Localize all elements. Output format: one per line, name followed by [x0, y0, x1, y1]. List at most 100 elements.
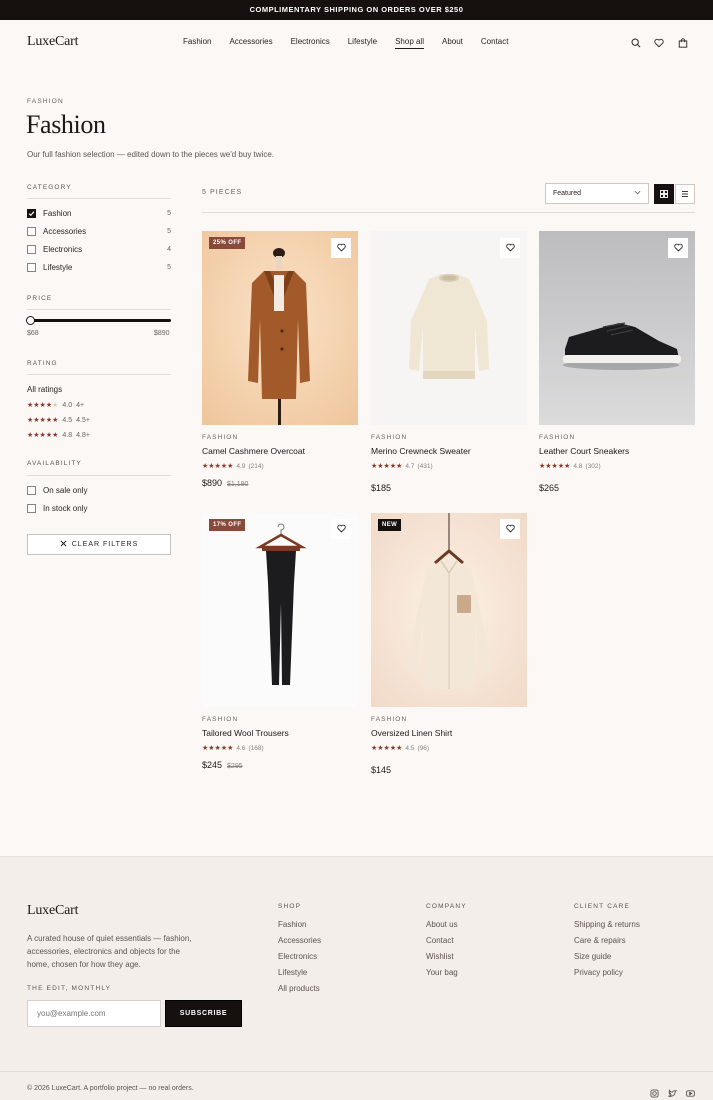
category-lifestyle[interactable]: Lifestyle 5: [27, 263, 171, 273]
rating-value: 4.9: [236, 462, 246, 470]
footer-link[interactable]: Privacy policy: [574, 968, 640, 977]
checkbox[interactable]: [27, 227, 36, 236]
rating-label: 4+: [76, 401, 85, 409]
newsletter-heading: THE EDIT, MONTHLY: [27, 985, 112, 992]
filter-on-sale[interactable]: On sale only: [27, 486, 171, 496]
product-card[interactable]: 17% OFF FASHION Tailored Wool Trousers ★…: [202, 513, 358, 770]
product-card[interactable]: FASHION Leather Court Sneakers ★★★★★ 4.8…: [539, 231, 695, 493]
product-rating: ★★★★★ 4.9 (214): [202, 462, 264, 471]
checkbox[interactable]: [27, 263, 36, 272]
footer-link[interactable]: Lifestyle: [278, 968, 321, 977]
rating-label: 4.8+: [76, 431, 90, 439]
sort-select[interactable]: Featured: [545, 183, 649, 204]
footer-link[interactable]: Care & repairs: [574, 936, 640, 945]
footer-column-company: COMPANY About us Contact Wishlist Your b…: [426, 903, 467, 977]
clear-filters-button[interactable]: CLEAR FILTERS: [27, 534, 171, 555]
category-accessories[interactable]: Accessories 5: [27, 227, 171, 237]
twitter-icon[interactable]: [667, 1085, 678, 1100]
price: $890: [202, 478, 223, 488]
wishlist-button[interactable]: [331, 519, 351, 539]
footer-link[interactable]: Contact: [426, 936, 467, 945]
discount-badge: 17% OFF: [209, 519, 246, 531]
rating-all[interactable]: All ratings: [27, 385, 62, 394]
old-price: $1,180: [227, 481, 249, 488]
rating-option-4-8[interactable]: ★★★★★ 4.8 4.8+: [27, 431, 90, 440]
rating-label: 4.5+: [76, 416, 90, 424]
product-name[interactable]: Camel Cashmere Overcoat: [202, 446, 305, 456]
footer-link[interactable]: Fashion: [278, 920, 321, 929]
nav-fashion[interactable]: Fashion: [183, 37, 211, 49]
footer-link[interactable]: Size guide: [574, 952, 640, 961]
rating-option-4-5[interactable]: ★★★★★ 4.5 4.5+: [27, 416, 90, 425]
footer-link[interactable]: About us: [426, 920, 467, 929]
email-input[interactable]: [27, 1000, 161, 1027]
filter-in-stock[interactable]: In stock only: [27, 504, 171, 514]
footer-link[interactable]: All products: [278, 984, 321, 993]
price-max-label: $890: [154, 330, 170, 337]
nav-about[interactable]: About: [442, 37, 463, 49]
product-name[interactable]: Oversized Linen Shirt: [371, 728, 452, 738]
main-nav: Fashion Accessories Electronics Lifestyl…: [183, 37, 508, 49]
product-price: $145: [371, 760, 391, 778]
grid-icon: [660, 185, 668, 203]
product-name[interactable]: Merino Crewneck Sweater: [371, 446, 471, 456]
rating-value: 4.7: [405, 462, 415, 470]
checkbox[interactable]: [27, 504, 36, 513]
heart-icon[interactable]: [652, 36, 666, 50]
wishlist-button[interactable]: [500, 519, 520, 539]
checkbox-checked[interactable]: [27, 209, 36, 218]
product-card[interactable]: 25% OFF FASHION Camel Cashmere Overcoat …: [202, 231, 358, 488]
category-label: Fashion: [43, 209, 72, 218]
footer-logo[interactable]: LuxeCart: [27, 903, 78, 919]
product-card[interactable]: NEW FASHION Oversized Linen Shirt ★★★★★ …: [371, 513, 527, 775]
footer-link[interactable]: Shipping & returns: [574, 920, 640, 929]
divider: [27, 374, 171, 375]
nav-lifestyle[interactable]: Lifestyle: [348, 37, 377, 49]
product-category: FASHION: [371, 716, 408, 723]
logo[interactable]: LuxeCart: [27, 34, 78, 50]
search-icon[interactable]: [629, 36, 643, 50]
product-name[interactable]: Leather Court Sneakers: [539, 446, 629, 456]
youtube-icon[interactable]: [686, 1085, 695, 1100]
product-image[interactable]: [371, 231, 527, 425]
wishlist-button[interactable]: [500, 238, 520, 258]
product-category: FASHION: [202, 434, 239, 441]
footer-link[interactable]: Wishlist: [426, 952, 467, 961]
category-electronics[interactable]: Electronics 4: [27, 245, 171, 255]
product-image[interactable]: [371, 513, 527, 707]
instagram-icon[interactable]: [650, 1085, 659, 1100]
checkbox[interactable]: [27, 245, 36, 254]
list-icon: [681, 185, 689, 203]
category-count: 5: [167, 228, 171, 235]
footer-link[interactable]: Electronics: [278, 952, 321, 961]
grid-view-button[interactable]: [654, 184, 674, 204]
price-slider-track[interactable]: [29, 319, 171, 322]
nav-shop-all[interactable]: Shop all: [395, 37, 424, 49]
rating-option-4[interactable]: ★★★★★ 4.0 4+: [27, 401, 85, 410]
category-fashion[interactable]: Fashion 5: [27, 209, 171, 219]
wishlist-button[interactable]: [668, 238, 688, 258]
footer-column-shop: SHOP Fashion Accessories Electronics Lif…: [278, 903, 321, 993]
bag-icon[interactable]: [676, 36, 690, 50]
footer-link[interactable]: Accessories: [278, 936, 321, 945]
product-rating: ★★★★★ 4.8 (302): [539, 462, 601, 471]
subscribe-button[interactable]: SUBSCRIBE: [165, 1000, 242, 1027]
wishlist-button[interactable]: [331, 238, 351, 258]
product-image[interactable]: [202, 513, 358, 707]
category-count: 4: [167, 246, 171, 253]
product-name[interactable]: Tailored Wool Trousers: [202, 728, 289, 738]
product-card[interactable]: FASHION Merino Crewneck Sweater ★★★★★ 4.…: [371, 231, 527, 493]
product-image[interactable]: [539, 231, 695, 425]
nav-electronics[interactable]: Electronics: [291, 37, 330, 49]
checkbox[interactable]: [27, 486, 36, 495]
star-rating: ★★★★★: [371, 745, 403, 752]
category-label: Lifestyle: [43, 263, 73, 272]
list-view-button[interactable]: [675, 184, 695, 204]
price-heading: PRICE: [27, 295, 53, 302]
footer-link[interactable]: Your bag: [426, 968, 467, 977]
nav-accessories[interactable]: Accessories: [229, 37, 272, 49]
product-image[interactable]: [202, 231, 358, 425]
price-slider-handle[interactable]: [26, 316, 35, 325]
nav-contact[interactable]: Contact: [481, 37, 509, 49]
heart-icon: [505, 520, 515, 538]
